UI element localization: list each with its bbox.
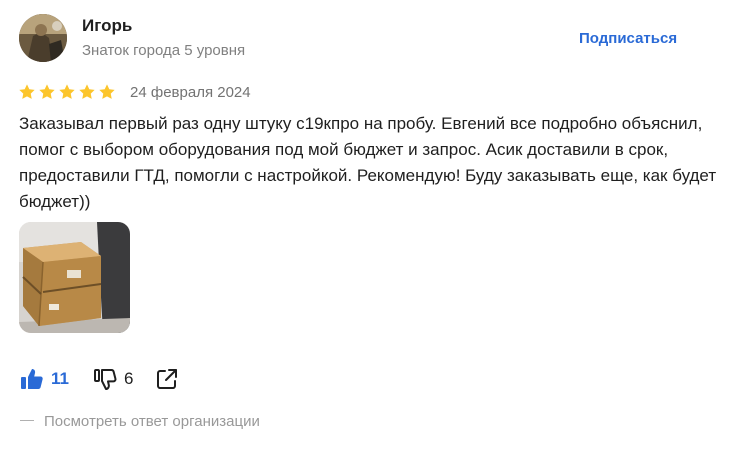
share-icon [157, 369, 178, 389]
thumbs-down-icon [93, 369, 117, 390]
share-button[interactable] [155, 367, 179, 391]
star-icon [79, 84, 95, 99]
reaction-bar: 11 6 [20, 366, 179, 392]
star-icon [99, 84, 115, 99]
avatar-photo-icon [19, 14, 67, 62]
star-icon [19, 84, 35, 99]
like-count: 11 [51, 369, 69, 388]
author-name[interactable]: Игорь [82, 16, 132, 36]
author-level: Знаток города 5 уровня [82, 42, 246, 59]
author-avatar[interactable] [19, 14, 67, 62]
star-icon [39, 84, 55, 99]
thumbs-up-icon [21, 369, 43, 389]
view-org-reply-link[interactable]: Посмотреть ответ организации [20, 413, 260, 431]
review-date: 24 февраля 2024 [130, 84, 251, 101]
org-reply-label: Посмотреть ответ организации [44, 413, 260, 430]
subscribe-button[interactable]: Подписаться [579, 30, 677, 48]
rating-stars [18, 83, 116, 101]
dislike-count: 6 [123, 369, 134, 388]
dash-icon [20, 420, 34, 422]
dislike-button[interactable]: 6 [93, 367, 133, 391]
box-photo-icon [19, 222, 130, 333]
review-card: Игорь Знаток города 5 уровня Подписаться… [0, 0, 740, 451]
review-text: Заказывал первый раз одну штуку с19кпро … [19, 114, 717, 211]
review-photo[interactable] [19, 222, 130, 333]
star-icon [59, 84, 75, 99]
like-button[interactable]: 11 [20, 367, 69, 391]
